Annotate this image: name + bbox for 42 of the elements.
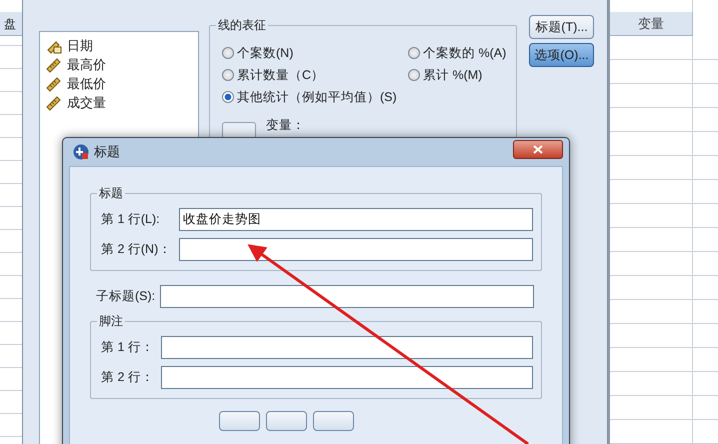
radio-label[interactable]: 累计数量（C） [237,66,324,84]
dialog-button[interactable]: 选项(O)... [529,43,594,67]
radio-button[interactable] [408,47,420,59]
close-icon [533,145,543,154]
variable-name[interactable]: 最高价 [67,54,106,74]
app-icon [73,144,89,160]
column-header: 盘 [0,12,24,36]
dialog-button[interactable] [218,411,260,431]
text-field[interactable] [160,284,534,308]
group-legend: 标题 [97,185,125,201]
radio-label[interactable]: 累计 %(M) [423,66,482,84]
radio-button[interactable] [222,91,234,103]
text-field[interactable]: 收盘价走势图 [179,208,533,230]
field-label: 第 2 行(N)： [101,240,172,258]
text-field[interactable] [161,336,533,358]
field-label: 子标题(S): [96,288,156,305]
ruler-icon [46,94,62,110]
dialog-button[interactable]: 标题(T)... [529,15,594,39]
radio-label[interactable]: 其他统计（例如平均值）(S) [237,88,397,106]
window-title: 标题 [94,143,120,162]
radio-button[interactable] [222,69,234,81]
radio-label[interactable]: 个案数(N) [237,44,294,62]
field-label: 变量： [266,118,305,133]
radio-button[interactable] [222,47,234,59]
close-button[interactable] [513,140,563,159]
text-field[interactable] [179,238,533,260]
ruler-icon [46,56,62,72]
field-label: 第 1 行： [101,338,155,356]
field-label: 第 2 行： [101,368,155,386]
radio-button[interactable] [408,69,420,81]
group-legend: 线的表征 [216,17,268,33]
dialog-button[interactable] [312,411,354,431]
variable-name[interactable]: 成交量 [67,92,106,112]
ruler-icon [46,76,62,92]
radio-label[interactable]: 个案数的 %(A) [423,44,506,62]
column-header: 变量 [610,12,693,36]
variable-name[interactable]: 日期 [67,36,93,56]
field-label: 第 1 行(L): [101,210,161,228]
text-field[interactable] [161,366,533,388]
group-legend: 脚注 [97,313,125,329]
dialog-button[interactable] [266,411,306,431]
variable-name[interactable]: 最低价 [67,74,106,94]
